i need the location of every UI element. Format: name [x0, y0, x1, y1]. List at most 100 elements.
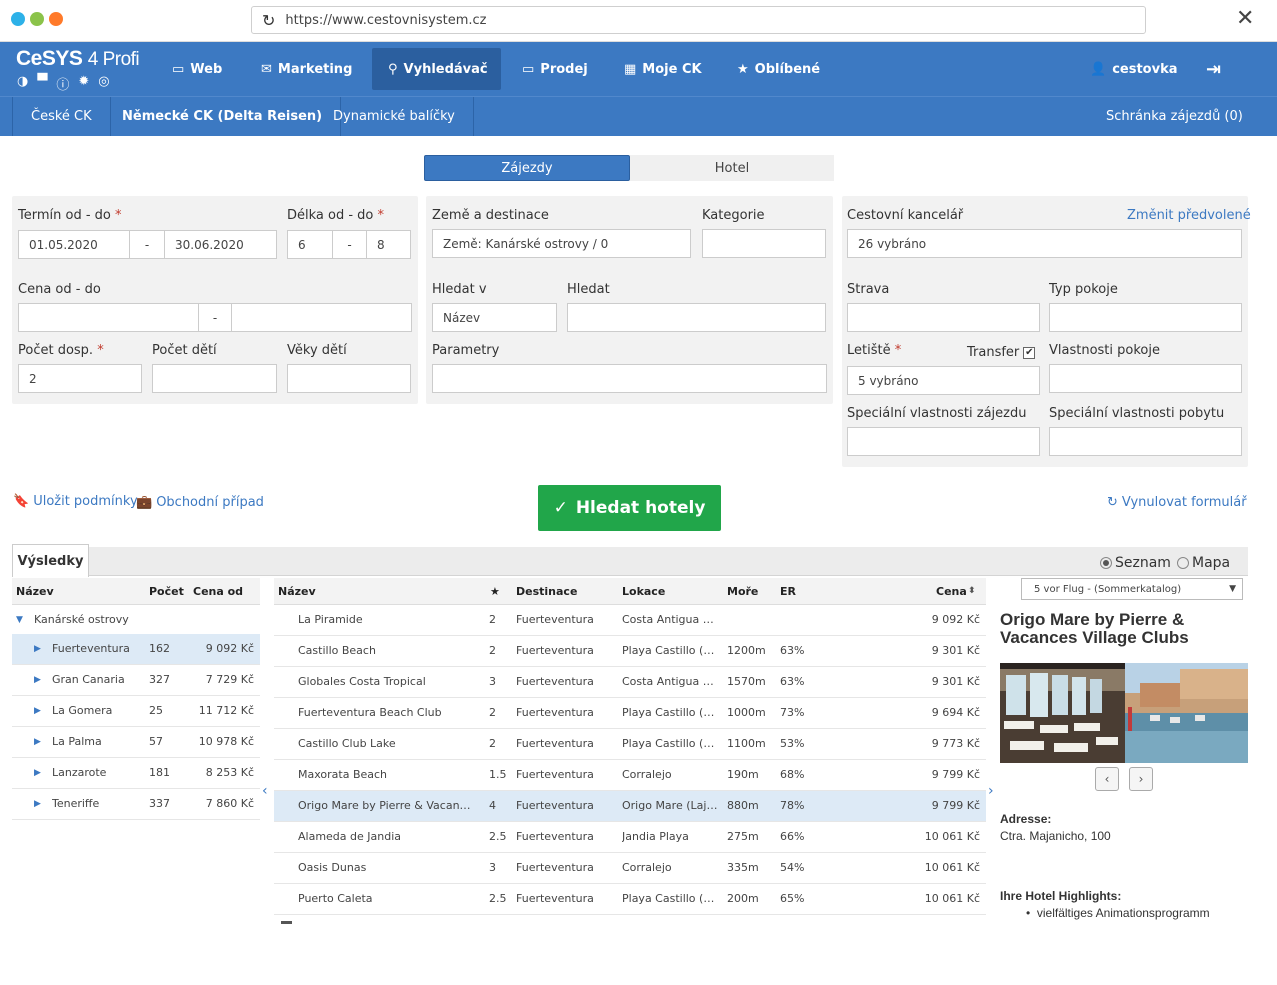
room-props-input[interactable]	[1049, 364, 1242, 393]
dest-row[interactable]: ▶ Lanzarote 181 8 253 Kč	[12, 758, 260, 789]
dest-group-row[interactable]: ▼ Kanárské ostrovy	[12, 605, 260, 636]
length-to-input[interactable]: 8	[366, 230, 411, 259]
gear-icon[interactable]: ✹	[78, 74, 89, 93]
chevron-right-icon[interactable]: ›	[988, 783, 994, 799]
hotel-row[interactable]: Castillo Club Lake 2 Fuerteventura Playa Ca…	[274, 729, 986, 760]
hotel-price: 9 799 Kč	[931, 768, 980, 781]
reload-icon[interactable]: ↻	[262, 11, 275, 30]
subnav-packages[interactable]: Dynamické balíčky	[315, 97, 474, 136]
hotel-row[interactable]: Fuerteventura Beach Club 2 Fuerteventura Pl…	[274, 698, 986, 729]
hotel-row[interactable]: La Piramide 2 Fuerteventura Costa Antigua (…	[274, 605, 986, 636]
window-dot-icon[interactable]	[11, 12, 25, 26]
term-from-value: 01.05.2020	[29, 237, 98, 252]
dest-row[interactable]: ▶ La Gomera 25 11 712 Kč	[12, 696, 260, 727]
close-icon[interactable]: ✕	[1236, 6, 1254, 31]
hotel-header-sea[interactable]: Moře	[727, 578, 758, 605]
nav-favorites[interactable]: ★ Oblíbené	[727, 42, 830, 96]
hotel-stars: 2	[489, 706, 496, 719]
nav-sales[interactable]: ▭ Prodej	[512, 42, 598, 96]
checkbox-checked-icon: ✔	[1023, 346, 1036, 359]
tab-hotel[interactable]: Hotel	[630, 155, 834, 181]
params-input[interactable]	[432, 364, 827, 393]
nav-marketing[interactable]: ✉ Marketing	[251, 42, 362, 96]
address-bar[interactable]: ↻ https://www.cestovnisystem.cz	[251, 6, 1146, 34]
nav-my-agency[interactable]: ▦ Moje CK	[614, 42, 712, 96]
reset-form-link[interactable]: ↻ Vynulovat formulář	[1107, 495, 1247, 510]
catalog-select[interactable]: 5 vor Flug - (Sommerkatalog) ▼	[1021, 578, 1243, 600]
country-input[interactable]: Země: Kanárské ostrovy / 0	[432, 229, 691, 258]
price-to-input[interactable]	[231, 303, 412, 332]
room-type-input[interactable]	[1049, 303, 1242, 332]
dest-row[interactable]: ▶ La Palma 57 10 978 Kč	[12, 727, 260, 758]
subnav-german[interactable]: Německé CK (Delta Reisen)	[104, 97, 342, 136]
tab-tours[interactable]: Zájezdy	[424, 155, 630, 181]
nav-search[interactable]: ⚲ Vyhledávač	[372, 48, 501, 90]
view-list-radio[interactable]: Seznam	[1100, 555, 1171, 571]
hotel-row[interactable]: Maxorata Beach 1.5 Fuerteventura Corralejo 1…	[274, 760, 986, 791]
term-from-input[interactable]: 01.05.2020	[18, 230, 130, 259]
sort-icon[interactable]: ⬍	[968, 578, 976, 605]
search-text-input[interactable]	[567, 303, 826, 332]
chat-icon[interactable]: ▀	[37, 74, 47, 93]
hotel-row[interactable]: Globales Costa Tropical 3 Fuerteventura Cos…	[274, 667, 986, 698]
children-input[interactable]	[152, 364, 277, 393]
subnav-basket[interactable]: Schránka zájezdů (0)	[1088, 97, 1261, 136]
window-dot-icon[interactable]	[49, 12, 63, 26]
airport-input[interactable]: 5 vybráno	[847, 366, 1040, 395]
logout-icon[interactable]: ⇥	[1196, 42, 1231, 96]
special-stay-input[interactable]	[1049, 427, 1242, 456]
adults-input[interactable]: 2	[18, 364, 142, 393]
save-conditions-link[interactable]: 🔖 Uložit podmínky	[13, 494, 138, 509]
hotel-row[interactable]: Castillo Beach 2 Fuerteventura Playa Castil…	[274, 636, 986, 667]
dest-row[interactable]: ▶ Gran Canaria 327 7 729 Kč	[12, 665, 260, 696]
hotel-header-er[interactable]: ER	[780, 578, 796, 605]
window-dot-icon[interactable]	[30, 12, 44, 26]
dest-header-name[interactable]: Název	[16, 578, 54, 605]
contrast-icon[interactable]: ◑	[17, 74, 28, 93]
hotel-header-dest[interactable]: Destinace	[516, 578, 577, 605]
hotel-row[interactable]: Origo Mare by Pierre & Vacances ... 4 Fuer…	[274, 791, 986, 822]
category-input[interactable]	[702, 229, 826, 258]
chevron-left-icon[interactable]: ‹	[262, 783, 268, 799]
dest-row[interactable]: ▶ Teneriffe 337 7 860 Kč	[12, 789, 260, 820]
nav-user[interactable]: 👤 cestovka	[1080, 42, 1188, 96]
hotel-header-star[interactable]: ★	[490, 578, 500, 605]
tab-results[interactable]: Výsledky	[12, 544, 89, 577]
hotel-row[interactable]: Alameda de Jandia 2.5 Fuerteventura Jandia …	[274, 822, 986, 853]
dest-header-count[interactable]: Počet	[149, 578, 184, 605]
transfer-checkbox[interactable]: Transfer ✔	[967, 345, 1036, 360]
hotel-row[interactable]: Oasis Dunas 3 Fuerteventura Corralejo 335m 54…	[274, 853, 986, 884]
search-hotels-button[interactable]: ✓ Hledat hotely	[538, 485, 721, 531]
reset-form-label: Vynulovat formulář	[1121, 495, 1247, 510]
hotel-header-price[interactable]: Cena	[936, 578, 967, 605]
nav-web[interactable]: ▭ Web	[162, 42, 232, 96]
hotel-location: Playa Castillo (C...	[622, 644, 718, 657]
term-to-input[interactable]: 30.06.2020	[164, 230, 277, 259]
price-from-input[interactable]	[18, 303, 199, 332]
ages-input[interactable]	[287, 364, 411, 393]
hotel-header-loc[interactable]: Lokace	[622, 578, 665, 605]
board-input[interactable]	[847, 303, 1040, 332]
target-icon[interactable]: ◎	[98, 74, 109, 93]
search-in-select[interactable]: Název	[432, 303, 557, 332]
bullet-icon: •	[1026, 906, 1031, 920]
special-tour-input[interactable]	[847, 427, 1040, 456]
agency-change-link[interactable]: Změnit předvolené	[1127, 208, 1251, 223]
hotel-name: Globales Costa Tropical	[298, 675, 426, 688]
agency-input[interactable]: 26 vybráno	[847, 229, 1242, 258]
hotel-row[interactable]: Puerto Caleta 2.5 Fuerteventura Playa Casti…	[274, 884, 986, 915]
prev-photo-button[interactable]: ‹	[1095, 767, 1119, 791]
search-icon: ⚲	[388, 61, 398, 77]
subnav-czech[interactable]: České CK	[12, 97, 111, 136]
info-icon[interactable]: ⓘ	[56, 74, 69, 93]
dest-row[interactable]: ▶ Fuerteventura 162 9 092 Kč	[12, 634, 260, 665]
business-case-link[interactable]: 💼 Obchodní případ	[136, 495, 264, 510]
length-from-input[interactable]: 6	[287, 230, 333, 259]
hotel-price: 10 061 Kč	[924, 892, 980, 905]
next-photo-button[interactable]: ›	[1129, 767, 1153, 791]
dest-header-price[interactable]: Cena od	[193, 578, 243, 605]
logo[interactable]: CeSYS 4 Profi	[16, 47, 140, 71]
hotel-header-name[interactable]: Název	[278, 578, 316, 605]
view-map-radio[interactable]: Mapa	[1177, 555, 1230, 571]
term-sep-text: -	[144, 237, 150, 252]
